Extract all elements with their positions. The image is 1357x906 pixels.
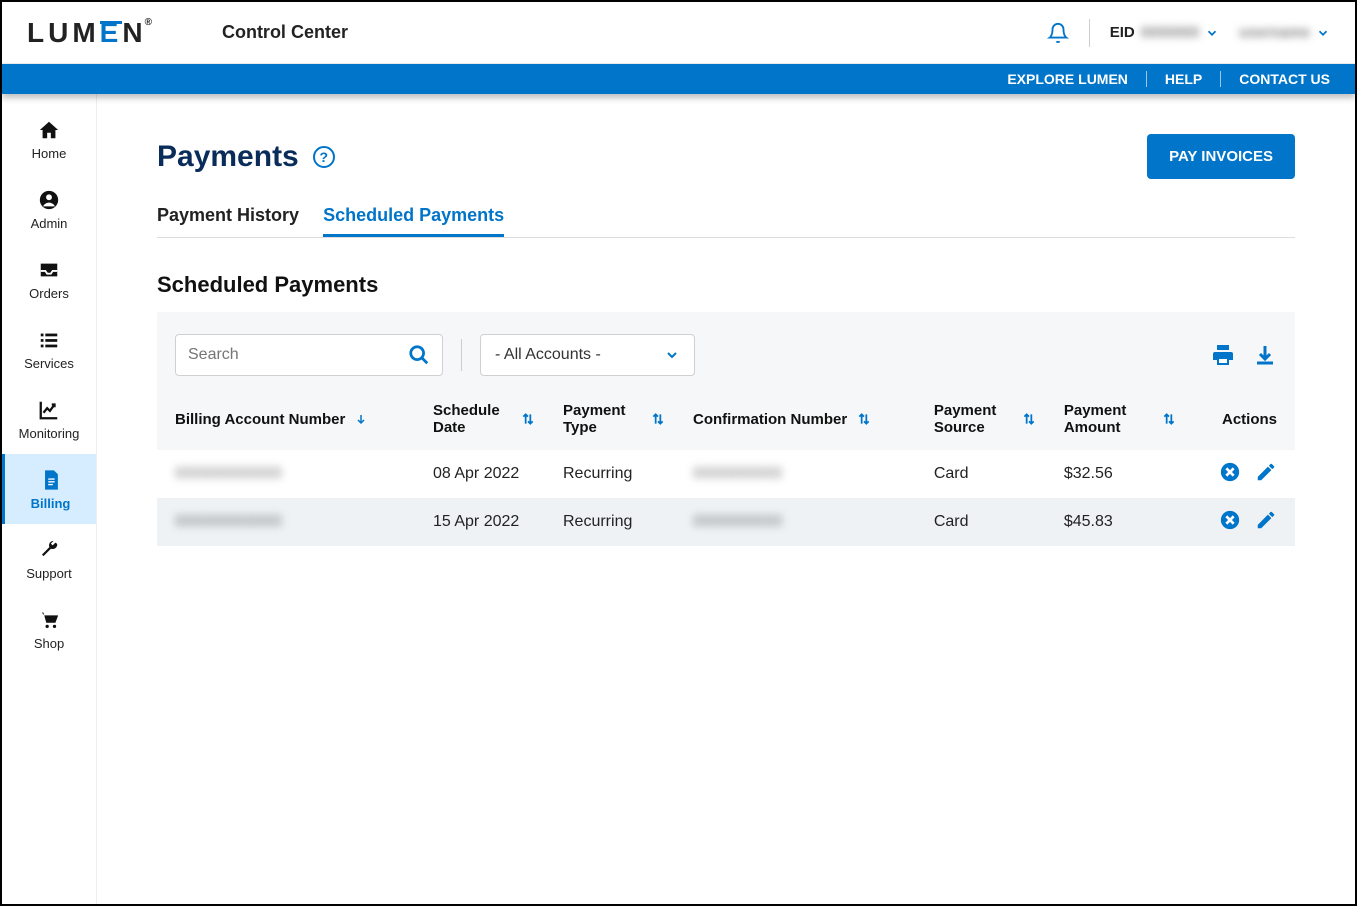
sidebar-item-admin[interactable]: Admin xyxy=(2,174,96,244)
divider xyxy=(1220,71,1221,87)
edit-icon[interactable] xyxy=(1255,461,1277,483)
col-confirmation-number[interactable]: Confirmation Number xyxy=(679,394,920,450)
sort-icon xyxy=(1022,412,1036,426)
cell-confirmation-number: 0000000000 xyxy=(679,450,920,498)
sidebar-item-monitoring[interactable]: Monitoring xyxy=(2,384,96,454)
main-content: Payments ? PAY INVOICES Payment History … xyxy=(97,94,1355,904)
divider xyxy=(1089,19,1090,47)
section-title: Scheduled Payments xyxy=(157,272,1295,298)
sidebar-item-services[interactable]: Services xyxy=(2,314,96,384)
cell-schedule-date: 15 Apr 2022 xyxy=(419,498,549,546)
table-row: 000000000000 15 Apr 2022 Recurring 00000… xyxy=(157,498,1295,546)
col-actions: Actions xyxy=(1190,394,1295,450)
sidebar-label: Billing xyxy=(31,496,71,511)
eid-dropdown[interactable]: EID 0000000 xyxy=(1110,24,1219,41)
search-input-wrapper[interactable] xyxy=(175,334,443,376)
pay-invoices-button[interactable]: PAY INVOICES xyxy=(1147,134,1295,179)
sort-icon xyxy=(651,412,665,426)
cell-billing-account: 000000000000 xyxy=(157,450,419,498)
sidebar-label: Shop xyxy=(34,636,64,651)
print-icon[interactable] xyxy=(1211,343,1235,367)
sidebar-label: Orders xyxy=(29,286,69,301)
inbox-icon xyxy=(38,258,60,282)
sort-icon xyxy=(857,412,871,426)
cell-payment-type: Recurring xyxy=(549,450,679,498)
col-billing-account[interactable]: Billing Account Number xyxy=(157,394,419,450)
cell-payment-amount: $45.83 xyxy=(1050,498,1190,546)
chevron-down-icon xyxy=(664,347,680,363)
sidebar-label: Admin xyxy=(31,216,68,231)
download-icon[interactable] xyxy=(1253,343,1277,367)
sidebar-label: Home xyxy=(32,146,67,161)
chevron-down-icon xyxy=(1205,26,1219,40)
tab-scheduled-payments[interactable]: Scheduled Payments xyxy=(323,205,504,237)
logo[interactable]: LUMEN® xyxy=(27,17,152,49)
username-value: username xyxy=(1239,24,1310,41)
link-help[interactable]: HELP xyxy=(1165,71,1202,87)
col-payment-source[interactable]: Payment Source xyxy=(920,394,1050,450)
col-payment-amount[interactable]: Payment Amount xyxy=(1050,394,1190,450)
col-payment-type[interactable]: Payment Type xyxy=(549,394,679,450)
sort-icon xyxy=(521,412,535,426)
list-icon xyxy=(38,328,60,352)
chevron-down-icon xyxy=(1316,26,1330,40)
account-filter-dropdown[interactable]: - All Accounts - xyxy=(480,334,695,376)
divider xyxy=(461,339,462,371)
eid-label: EID xyxy=(1110,24,1135,41)
home-icon xyxy=(38,118,60,142)
help-icon[interactable]: ? xyxy=(313,146,335,168)
sidebar-label: Support xyxy=(26,566,72,581)
edit-icon[interactable] xyxy=(1255,509,1277,531)
blue-nav-bar: EXPLORE LUMEN HELP CONTACT US xyxy=(2,64,1355,94)
user-circle-icon xyxy=(38,188,60,212)
sort-icon xyxy=(1162,412,1176,426)
cell-schedule-date: 08 Apr 2022 xyxy=(419,450,549,498)
top-header: LUMEN® Control Center EID 0000000 userna… xyxy=(2,2,1355,64)
user-dropdown[interactable]: username xyxy=(1239,24,1330,41)
cancel-payment-icon[interactable] xyxy=(1219,461,1241,483)
scheduled-payments-table: Billing Account Number Schedule Date Pay… xyxy=(157,394,1295,546)
cell-payment-source: Card xyxy=(920,450,1050,498)
chart-line-icon xyxy=(38,398,60,422)
svg-text:$: $ xyxy=(48,473,51,479)
eid-value: 0000000 xyxy=(1141,24,1199,41)
search-input[interactable] xyxy=(188,346,408,364)
link-explore-lumen[interactable]: EXPLORE LUMEN xyxy=(1007,71,1128,87)
tab-payment-history[interactable]: Payment History xyxy=(157,205,299,237)
scheduled-payments-panel: - All Accounts - Billing Account Number xyxy=(157,312,1295,546)
cell-payment-type: Recurring xyxy=(549,498,679,546)
app-title: Control Center xyxy=(222,22,348,43)
billing-icon: $ xyxy=(40,468,62,492)
table-row: 000000000000 08 Apr 2022 Recurring 00000… xyxy=(157,450,1295,498)
cart-icon xyxy=(38,608,60,632)
sort-down-icon xyxy=(355,412,367,426)
sidebar-item-support[interactable]: Support xyxy=(2,524,96,594)
sidebar-item-shop[interactable]: Shop xyxy=(2,594,96,664)
cell-billing-account: 000000000000 xyxy=(157,498,419,546)
divider xyxy=(1146,71,1147,87)
sidebar: Home Admin Orders Services Monitoring xyxy=(2,94,97,904)
tabs: Payment History Scheduled Payments xyxy=(157,205,1295,238)
link-contact-us[interactable]: CONTACT US xyxy=(1239,71,1330,87)
sidebar-label: Monitoring xyxy=(19,426,80,441)
cell-payment-source: Card xyxy=(920,498,1050,546)
cancel-payment-icon[interactable] xyxy=(1219,509,1241,531)
account-filter-value: - All Accounts - xyxy=(495,346,601,364)
col-schedule-date[interactable]: Schedule Date xyxy=(419,394,549,450)
sidebar-item-orders[interactable]: Orders xyxy=(2,244,96,314)
search-icon[interactable] xyxy=(408,344,430,366)
cell-confirmation-number: 0000000000 xyxy=(679,498,920,546)
sidebar-label: Services xyxy=(24,356,74,371)
wrench-icon xyxy=(38,538,60,562)
page-title: Payments xyxy=(157,140,299,174)
notification-bell-icon[interactable] xyxy=(1047,21,1069,45)
cell-payment-amount: $32.56 xyxy=(1050,450,1190,498)
sidebar-item-home[interactable]: Home xyxy=(2,104,96,174)
sidebar-item-billing[interactable]: $ Billing xyxy=(2,454,96,524)
